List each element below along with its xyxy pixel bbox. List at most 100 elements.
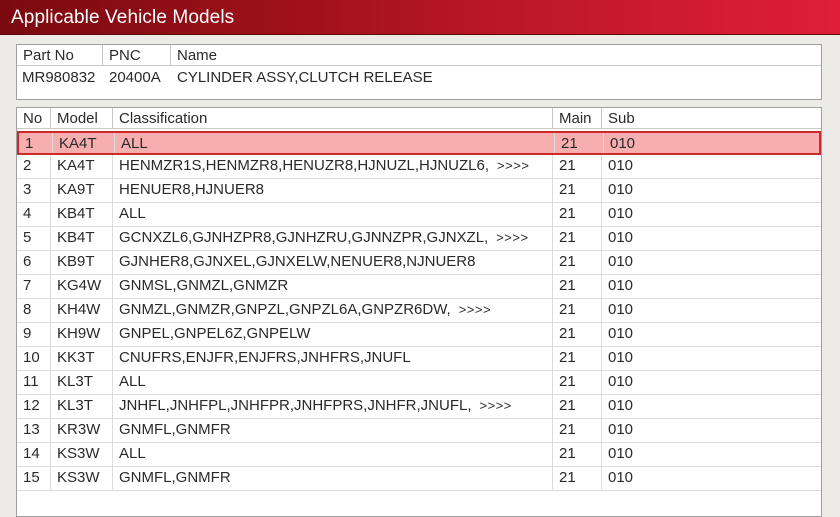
table-row[interactable]: 14 KS3W ALL 21 010	[17, 443, 821, 467]
cell-classification-text: GJNHER8,GJNXEL,GJNXELW,NENUER8,NJNUER8	[119, 253, 476, 270]
cell-sub: 010	[602, 251, 821, 274]
cell-sub: 010	[602, 299, 821, 322]
cell-main: 21	[553, 251, 602, 274]
cell-classification: GNMFL,GNMFR	[113, 467, 553, 490]
cell-no-text: 6	[23, 253, 32, 270]
cell-no: 5	[17, 227, 51, 250]
cell-sub: 010	[602, 395, 821, 418]
cell-model: KH4W	[51, 299, 113, 322]
cell-no: 10	[17, 347, 51, 370]
table-row[interactable]: 6 KB9T GJNHER8,GJNXEL,GJNXELW,NENUER8,NJNU…	[17, 251, 821, 275]
table-row[interactable]: 7 KG4W GNMSL,GNMZL,GNMZR 21 010	[17, 275, 821, 299]
cell-model: KS3W	[51, 443, 113, 466]
table-row[interactable]: 15 KS3W GNMFL,GNMFR 21 010	[17, 467, 821, 491]
more-indicator[interactable]: >>>>	[480, 398, 512, 413]
cell-classification-text: ALL	[119, 445, 146, 462]
table-row[interactable]: 1 KA4T ALL 21 010	[17, 131, 821, 155]
cell-sub-text: 010	[608, 229, 634, 246]
more-indicator[interactable]: >>>>	[496, 230, 528, 245]
cell-classification-text: GCNXZL6,GJNHZPR8,GJNHZRU,GJNNZPR,GJNXZL,	[119, 229, 489, 246]
cell-main-text: 21	[559, 373, 576, 390]
cell-no-text: 11	[23, 373, 39, 390]
cell-main-text: 21	[559, 325, 576, 342]
cell-no: 12	[17, 395, 51, 418]
cell-model-text: KH4W	[57, 301, 101, 318]
cell-main: 21	[553, 275, 602, 298]
cell-model: KA4T	[53, 133, 115, 153]
cell-classification: GCNXZL6,GJNHZPR8,GJNHZRU,GJNNZPR,GJNXZL,…	[113, 227, 553, 250]
cell-no: 9	[17, 323, 51, 346]
cell-sub-text: 010	[608, 469, 634, 486]
col-header-main[interactable]: Main	[553, 108, 602, 129]
cell-main-text: 21	[559, 349, 576, 366]
cell-no-text: 1	[25, 135, 34, 152]
cell-sub: 010	[602, 371, 821, 394]
cell-model-text: KB9T	[57, 253, 95, 270]
cell-main-text: 21	[559, 229, 576, 246]
table-row[interactable]: 11 KL3T ALL 21 010	[17, 371, 821, 395]
cell-main: 21	[555, 133, 604, 153]
cell-main: 21	[553, 467, 602, 490]
cell-main: 21	[553, 155, 602, 178]
cell-classification-text: ALL	[119, 373, 146, 390]
cell-model: KB4T	[51, 227, 113, 250]
table-row[interactable]: 13 KR3W GNMFL,GNMFR 21 010	[17, 419, 821, 443]
cell-model: KL3T	[51, 371, 113, 394]
part-no-value: MR980832	[22, 69, 96, 86]
name-header[interactable]: Name	[171, 45, 821, 66]
cell-classification: CNUFRS,ENJFR,ENJFRS,JNHFRS,JNUFL	[113, 347, 553, 370]
table-row[interactable]: 8 KH4W GNMZL,GNMZR,GNPZL,GNPZL6A,GNPZR6DW,…	[17, 299, 821, 323]
window-titlebar: Applicable Vehicle Models	[0, 0, 840, 35]
table-row[interactable]: 5 KB4T GCNXZL6,GJNHZPR8,GJNHZRU,GJNNZPR,GJ…	[17, 227, 821, 251]
cell-sub-text: 010	[608, 445, 634, 462]
cell-main: 21	[553, 323, 602, 346]
cell-sub: 010	[604, 133, 823, 153]
table-row[interactable]: 12 KL3T JNHFL,JNHFPL,JNHFPR,JNHFPRS,JNHFR,…	[17, 395, 821, 419]
cell-main: 21	[553, 419, 602, 442]
cell-model-text: KL3T	[57, 373, 93, 390]
cell-main-text: 21	[561, 135, 578, 152]
table-row[interactable]: 4 KB4T ALL 21 010	[17, 203, 821, 227]
cell-model: KL3T	[51, 395, 113, 418]
cell-no: 14	[17, 443, 51, 466]
cell-model: KA9T	[51, 179, 113, 202]
cell-classification: GNMFL,GNMFR	[113, 419, 553, 442]
cell-model: KB9T	[51, 251, 113, 274]
models-grid[interactable]: No Model Classification Main Sub 1 KA4T AL…	[16, 107, 822, 517]
cell-model-text: KL3T	[57, 397, 93, 414]
cell-no: 11	[17, 371, 51, 394]
cell-model-text: KA9T	[57, 181, 95, 198]
cell-classification-text: GNMSL,GNMZL,GNMZR	[119, 277, 289, 294]
cell-sub: 010	[602, 179, 821, 202]
cell-classification: GJNHER8,GJNXEL,GJNXELW,NENUER8,NJNUER8	[113, 251, 553, 274]
col-header-classification[interactable]: Classification	[113, 108, 553, 129]
cell-classification-text: ALL	[121, 135, 148, 152]
cell-main-text: 21	[559, 445, 576, 462]
table-row[interactable]: 2 KA4T HENMZR1S,HENMZR8,HENUZR8,HJNUZL,HJN…	[17, 155, 821, 179]
cell-main: 21	[553, 179, 602, 202]
cell-classification: ALL	[113, 203, 553, 226]
cell-sub: 010	[602, 443, 821, 466]
col-header-model[interactable]: Model	[51, 108, 113, 129]
more-indicator[interactable]: >>>>	[497, 158, 529, 173]
table-row[interactable]: 9 KH9W GNPEL,GNPEL6Z,GNPELW 21 010	[17, 323, 821, 347]
cell-classification: JNHFL,JNHFPL,JNHFPR,JNHFPRS,JNHFR,JNUFL,…	[113, 395, 553, 418]
table-row[interactable]: 3 KA9T HENUER8,HJNUER8 21 010	[17, 179, 821, 203]
cell-sub-text: 010	[608, 253, 634, 270]
cell-classification: GNMZL,GNMZR,GNPZL,GNPZL6A,GNPZR6DW, >>>>	[113, 299, 553, 322]
cell-sub-text: 010	[608, 277, 634, 294]
more-indicator[interactable]: >>>>	[459, 302, 491, 317]
cell-main-text: 21	[559, 421, 576, 438]
cell-main: 21	[553, 227, 602, 250]
cell-main-text: 21	[559, 205, 576, 222]
part-no-header[interactable]: Part No	[17, 45, 103, 66]
pnc-header[interactable]: PNC	[103, 45, 171, 66]
cell-model: KG4W	[51, 275, 113, 298]
cell-no: 6	[17, 251, 51, 274]
cell-no: 3	[17, 179, 51, 202]
col-header-no[interactable]: No	[17, 108, 51, 129]
col-header-sub[interactable]: Sub	[602, 108, 821, 129]
cell-main: 21	[553, 443, 602, 466]
table-row[interactable]: 10 KK3T CNUFRS,ENJFR,ENJFRS,JNHFRS,JNUFL 21…	[17, 347, 821, 371]
cell-no: 4	[17, 203, 51, 226]
